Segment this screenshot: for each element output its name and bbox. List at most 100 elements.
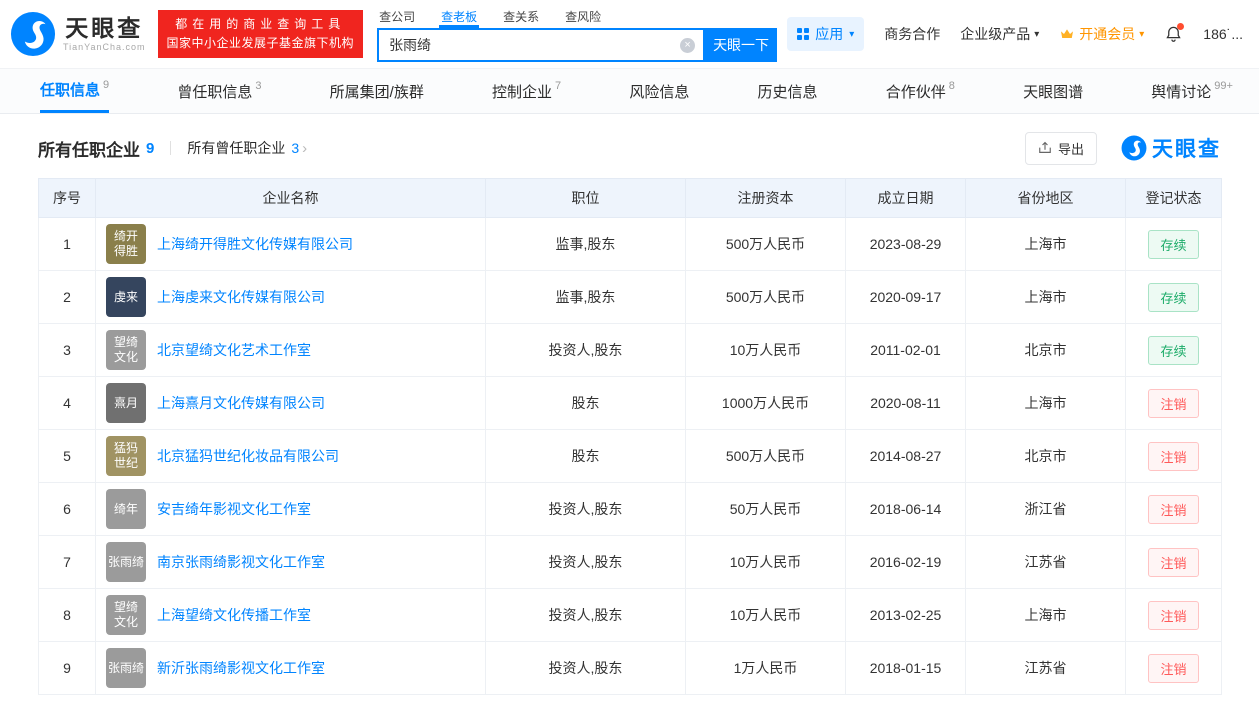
status-badge: 注销 [1148,494,1199,524]
section-header-bar: 所有任职企业 9 所有曾任职企业 3 › 导出 天眼查 [0,128,1259,168]
company-logo[interactable]: 虔来 [106,277,146,317]
established-date-cell: 2014-08-27 [845,429,966,483]
search-tab[interactable]: 查关系 [501,6,541,28]
row-index-cell: 1 [38,217,96,271]
status-cell: 存续 [1125,270,1222,324]
company-logo[interactable]: 绮年 [106,489,146,529]
company-logo[interactable]: 熹月 [106,383,146,423]
search-type-tabs: 查公司 查老板 查关系 查风险 [377,6,777,28]
status-cell: 注销 [1125,482,1222,536]
position-cell: 投资人,股东 [485,535,686,589]
company-link[interactable]: 上海虔来文化传媒有限公司 [157,287,325,307]
company-logo[interactable]: 望绮 文化 [106,330,146,370]
company-link[interactable]: 上海熹月文化传媒有限公司 [157,393,325,413]
company-cell: 望绮 文化 上海望绮文化传播工作室 [95,588,486,642]
company-logo[interactable]: 张雨绮 [106,542,146,582]
company-link[interactable]: 安吉绮年影视文化工作室 [157,499,311,519]
nav-tab[interactable]: 天眼图谱 [1023,69,1083,113]
search-input[interactable] [379,37,681,53]
company-logo[interactable]: 张雨绮 [106,648,146,688]
nav-tab[interactable]: 所属集团/族群 [330,69,424,113]
company-link[interactable]: 北京猛犸世纪化妆品有限公司 [157,446,339,466]
company-cell: 猛犸 世纪 北京猛犸世纪化妆品有限公司 [95,429,486,483]
nav-tab-label: 风险信息 [629,83,690,101]
former-positions-count[interactable]: 3 [291,140,299,156]
notification-dot [1177,22,1185,30]
search-button[interactable]: 天眼一下 [705,28,778,62]
region-cell: 江苏省 [965,535,1126,589]
search-tab[interactable]: 查老板 [439,6,480,28]
company-logo[interactable]: 望绮 文化 [106,595,146,635]
nav-tab-label: 曾任职信息 [177,83,253,101]
established-date-cell: 2016-02-19 [845,535,966,589]
company-logo[interactable]: 绮开 得胜 [106,224,146,264]
apps-menu-button[interactable]: 应用 ▾ [787,17,865,51]
position-cell: 投资人,股东 [485,588,686,642]
status-badge: 注销 [1148,388,1199,418]
notifications-bell-button[interactable] [1164,22,1185,44]
apps-grid-icon [797,28,810,40]
nav-tab[interactable]: 控制企业 7 [492,69,561,113]
table-row: 6 绮年 安吉绮年影视文化工作室 投资人,股东 50万人民币 2018-06-14 浙江省注… [38,482,1222,536]
registered-capital-cell: 10万人民币 [685,535,846,589]
position-cell: 监事,股东 [485,217,686,271]
profile-section-tabs: 任职信息 9 曾任职信息 3 所属集团/族群 控制企业 7 风险信息 历史信息 合作伙伴 8 天眼图谱… [0,68,1259,114]
position-cell: 投资人,股东 [485,323,686,377]
section-title-count: 9 [146,139,155,157]
table-row: 2 虔来 上海虔来文化传媒有限公司 监事,股东 500万人民币 2020-09-17 上海市… [38,270,1222,324]
table-row: 3 望绮 文化 北京望绮文化艺术工作室 投资人,股东 10万人民币 2011-02-01 北京… [38,323,1222,377]
vip-membership-menu[interactable]: 开通会员 ▾ [1059,24,1144,44]
chevron-right-icon[interactable]: › [302,140,307,157]
status-badge: 注销 [1148,653,1199,683]
search-tab[interactable]: 查风险 [563,6,603,28]
search-tab[interactable]: 查公司 [377,6,417,28]
company-link[interactable]: 新沂张雨绮影视文化工作室 [157,658,325,678]
export-button[interactable]: 导出 [1024,131,1097,165]
nav-tab[interactable]: 曾任职信息 3 [177,69,261,113]
row-index-cell: 9 [38,641,96,695]
nav-tab-count: 99+ [1214,80,1233,92]
nav-tab[interactable]: 舆情讨论 99+ [1151,69,1233,113]
status-cell: 注销 [1125,429,1222,483]
table-header-row: 序号 企业名称 职位 注册资本 成立日期 省份地区 登记状态 [38,178,1222,218]
former-positions-link[interactable]: 所有曾任职企业 [187,138,285,158]
brand-text: 天眼查 TianYanCha.com [63,16,146,52]
nav-tab-label: 控制企业 [492,83,553,101]
established-date-cell: 2011-02-01 [845,323,966,377]
row-index-cell: 7 [38,535,96,589]
enterprise-products-menu[interactable]: 企业级产品 ▾ [960,24,1039,44]
company-logo[interactable]: 猛犸 世纪 [106,436,146,476]
tianyancha-logo[interactable]: 天眼查 TianYanCha.com [10,11,146,57]
crown-icon [1061,29,1074,38]
nav-tab[interactable]: 风险信息 [629,69,689,113]
search-box: × [377,28,706,62]
company-link[interactable]: 北京望绮文化艺术工作室 [157,340,311,360]
status-badge: 注销 [1148,600,1199,630]
column-header: 注册资本 [685,178,846,218]
registered-capital-cell: 500万人民币 [685,217,846,271]
tianyancha-watermark: 天眼查 [1121,133,1221,163]
business-label: 商务合作 [884,26,941,42]
business-cooperation-link[interactable]: 商务合作 [884,24,940,44]
row-index-cell: 5 [38,429,96,483]
slogan-line-1: 都在用的商业查询工具 [175,17,346,32]
company-link[interactable]: 上海绮开得胜文化传媒有限公司 [157,234,353,254]
company-link[interactable]: 上海望绮文化传播工作室 [157,605,311,625]
nav-tab[interactable]: 任职信息 9 [40,69,110,113]
clear-icon[interactable]: × [680,37,696,53]
user-account-menu[interactable]: 186˙... [1203,26,1243,42]
company-link[interactable]: 南京张雨绮影视文化工作室 [157,552,325,572]
registered-capital-cell: 1000万人民币 [685,376,846,430]
region-cell: 上海市 [965,588,1126,642]
registered-capital-cell: 500万人民币 [685,429,846,483]
table-row: 5 猛犸 世纪 北京猛犸世纪化妆品有限公司 股东 500万人民币 2014-08-27 北京市… [38,429,1222,483]
chevron-down-icon: ▾ [1034,28,1040,40]
nav-tab[interactable]: 合作伙伴 8 [886,69,955,113]
vip-label: 开通会员 [1079,26,1136,42]
established-date-cell: 2020-08-11 [845,376,966,430]
table-row: 8 望绮 文化 上海望绮文化传播工作室 投资人,股东 10万人民币 2013-02-25 上海… [38,588,1222,642]
established-date-cell: 2020-09-17 [845,270,966,324]
positions-table: 序号 企业名称 职位 注册资本 成立日期 省份地区 登记状态 1 绮开 得胜 上海绮开得胜文化传媒… [38,178,1222,695]
nav-tab[interactable]: 历史信息 [758,69,818,113]
established-date-cell: 2018-01-15 [845,641,966,695]
